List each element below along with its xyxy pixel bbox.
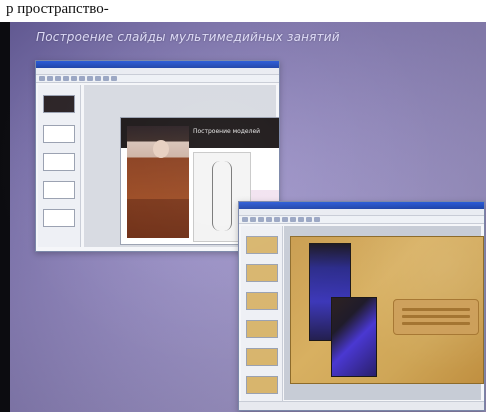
slide-text-box [393,299,479,335]
dark-left-edge [0,0,10,412]
slide-thumbnail [246,264,278,282]
toolbar-icon [79,76,85,81]
toolbar-icon [95,76,101,81]
toolbar-icon [111,76,117,81]
slide-thumbnail [43,209,75,227]
toolbar-icon [306,217,312,222]
model-photo [127,126,189,238]
text-line [402,308,470,311]
toolbar-icon [87,76,93,81]
slide-thumbnail [246,348,278,366]
window-statusbar [239,401,484,410]
toolbar-icon [290,217,296,222]
toolbar-icon [63,76,69,81]
toolbar-icon [55,76,61,81]
toolbar-icon [298,217,304,222]
model-photo-2 [331,297,377,377]
toolbar-icon [71,76,77,81]
window-menubar [36,68,279,75]
slide-thumbnail [246,292,278,310]
sketch-lines [212,161,232,231]
window-titlebar [239,202,484,209]
slide-thumbnail [246,320,278,338]
slides-panel [241,226,283,406]
projection-slide-title: Построение слайды мультимедийных занятий [36,30,340,44]
slide-thumbnail [246,236,278,254]
text-line [402,322,470,325]
slide-thumbnail [43,95,75,113]
toolbar-icon [39,76,45,81]
model-face [153,140,169,158]
slide-canvas [284,226,484,400]
slide-thumbnail [246,376,278,394]
window-toolbar [239,216,484,224]
top-caption-text: р прострапство- [0,0,486,22]
slide-thumbnail [43,153,75,171]
slide-label: Построение моделей [193,128,261,135]
window-toolbar [36,75,279,83]
slides-panel [38,85,81,247]
toolbar-icon [282,217,288,222]
toolbar-icon [242,217,248,222]
toolbar-icon [258,217,264,222]
current-slide [290,236,484,384]
presentation-window-2 [238,201,485,411]
toolbar-icon [274,217,280,222]
slide-thumbnail [43,125,75,143]
window-titlebar [36,61,279,68]
toolbar-icon [314,217,320,222]
toolbar-icon [250,217,256,222]
window-menubar [239,209,484,216]
toolbar-icon [266,217,272,222]
toolbar-icon [103,76,109,81]
toolbar-icon [47,76,53,81]
slide-thumbnail [43,181,75,199]
text-line [402,315,470,318]
projection-screen: Построение слайды мультимедийных занятий [10,8,486,412]
